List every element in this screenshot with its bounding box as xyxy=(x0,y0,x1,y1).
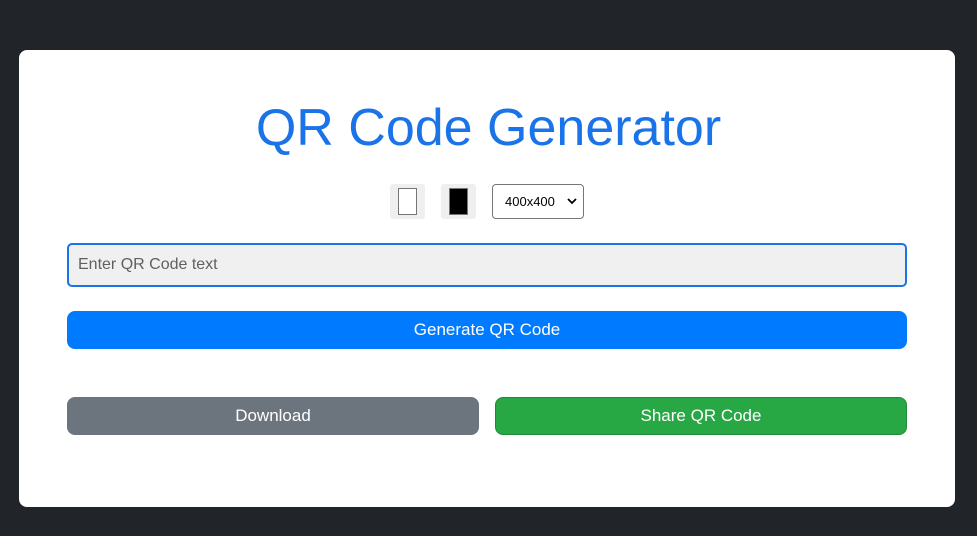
foreground-color-chip xyxy=(449,188,468,215)
size-select[interactable]: 400x400 xyxy=(492,184,584,219)
qr-options: 400x400 xyxy=(0,184,977,219)
share-button[interactable]: Share QR Code xyxy=(495,397,907,435)
generate-button[interactable]: Generate QR Code xyxy=(67,311,907,349)
qr-text-input[interactable] xyxy=(67,243,907,287)
size-select-value: 400x400 xyxy=(505,194,555,209)
foreground-color-picker[interactable] xyxy=(441,184,476,219)
download-button[interactable]: Download xyxy=(67,397,479,435)
chevron-down-icon xyxy=(567,198,577,205)
background-color-picker[interactable] xyxy=(390,184,425,219)
page-title: QR Code Generator xyxy=(255,99,722,157)
background-color-chip xyxy=(398,188,417,215)
generator-card: QR Code Generator 400x400 Generate QR Co… xyxy=(0,0,977,536)
